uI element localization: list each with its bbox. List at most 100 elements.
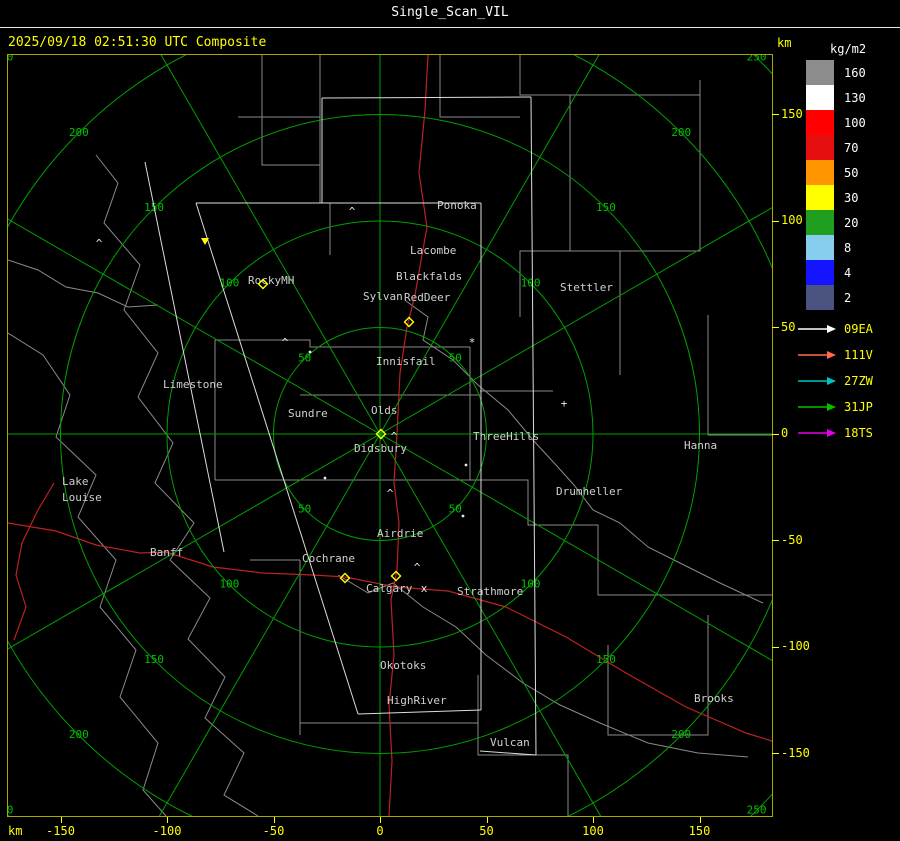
range-ring-label: 100 bbox=[219, 578, 239, 591]
color-scale-swatch bbox=[806, 285, 834, 310]
track-id-label: 27ZW bbox=[844, 374, 873, 388]
legend-unit-label: kg/m2 bbox=[830, 42, 867, 56]
x-axis-tick-label: 150 bbox=[688, 824, 711, 838]
city-label: Airdrie bbox=[377, 527, 423, 540]
county-boundary-line bbox=[707, 315, 772, 436]
track-arrow-head bbox=[827, 429, 836, 437]
track-arrow-icon bbox=[798, 325, 836, 333]
x-axis-tick-label: -150 bbox=[46, 824, 75, 838]
city-label: Okotoks bbox=[380, 659, 426, 672]
range-ring-label: 200 bbox=[671, 728, 691, 741]
city-label: Hanna bbox=[684, 439, 717, 452]
window-title: Single_Scan_VIL bbox=[0, 0, 900, 28]
color-scale-swatch bbox=[806, 160, 834, 185]
y-axis-tick-label: 150 bbox=[781, 106, 803, 121]
track-arrow-icon bbox=[798, 403, 836, 411]
color-scale-value: 20 bbox=[844, 215, 859, 230]
y-axis-tick bbox=[772, 540, 779, 541]
range-ring-label: 250 bbox=[747, 55, 767, 63]
color-scale-value: 4 bbox=[844, 265, 852, 280]
range-ring-label: 250 bbox=[8, 55, 13, 63]
x-axis-tick bbox=[486, 817, 488, 823]
track-id-label: 31JP bbox=[844, 400, 873, 414]
color-scale-value: 2 bbox=[844, 290, 852, 305]
cell-dot-marker bbox=[308, 350, 312, 354]
color-scale-value: 130 bbox=[844, 90, 866, 105]
y-axis-tick-label: 100 bbox=[781, 213, 803, 227]
range-ring-label: 50 bbox=[298, 352, 311, 365]
color-scale-value: 160 bbox=[844, 65, 866, 80]
caret-marker: ^ bbox=[282, 336, 289, 349]
city-label: Strathmore bbox=[457, 585, 523, 598]
color-scale-swatch bbox=[806, 85, 834, 110]
city-label: RockyMH bbox=[248, 274, 294, 287]
scan-boundary-line bbox=[321, 96, 532, 99]
color-scale-value: 70 bbox=[844, 140, 859, 155]
color-scale-row: 8 bbox=[806, 235, 866, 260]
cell-dot-marker bbox=[464, 463, 468, 467]
y-axis-tick-label: 0 bbox=[781, 426, 789, 440]
color-scale-value: 50 bbox=[844, 165, 859, 180]
range-ring-label: 50 bbox=[449, 352, 462, 365]
color-scale-row: 20 bbox=[806, 210, 866, 235]
star-marker: * bbox=[469, 336, 476, 349]
caret-marker: ^ bbox=[349, 205, 356, 218]
y-axis-tick bbox=[772, 753, 779, 754]
range-ring-label: 50 bbox=[449, 502, 462, 515]
track-arrow-head bbox=[827, 325, 836, 333]
city-label: Ponoka bbox=[437, 199, 477, 212]
y-axis-tick bbox=[772, 220, 779, 222]
cell-dot-marker bbox=[323, 476, 327, 480]
city-label: Sundre bbox=[288, 407, 328, 420]
x-marker: x bbox=[421, 582, 428, 595]
color-scale-swatch bbox=[806, 185, 834, 210]
x-axis-tick-label: 50 bbox=[479, 824, 494, 838]
color-scale-row: 4 bbox=[806, 260, 866, 285]
x-axis-tick-label: 0 bbox=[376, 824, 384, 838]
scan-boundary-line bbox=[530, 96, 537, 756]
color-scale-swatch bbox=[806, 235, 834, 260]
color-scale-swatch bbox=[806, 135, 834, 160]
track-arrow-head bbox=[827, 403, 836, 411]
color-scale-row: 50 bbox=[806, 160, 866, 185]
city-label: Stettler bbox=[560, 281, 613, 294]
window-title-text: Single_Scan_VIL bbox=[391, 5, 509, 20]
x-axis-tick bbox=[60, 817, 62, 823]
track-arrow-icon bbox=[798, 377, 836, 385]
county-boundary-line bbox=[607, 615, 709, 736]
scan-boundary-line bbox=[479, 750, 537, 756]
radar-map: 5050505010010010010015015015015020020020… bbox=[0, 0, 900, 841]
city-label: Innisfail bbox=[376, 355, 436, 368]
city-label: Brooks bbox=[694, 692, 734, 705]
track-arrow-head bbox=[827, 377, 836, 385]
x-axis: km -150 -100 -50 0 50 100 150 bbox=[0, 817, 900, 841]
track-id-label: 09EA bbox=[844, 322, 873, 336]
x-axis-tick bbox=[699, 817, 701, 823]
city-label: Calgary bbox=[366, 582, 413, 595]
track-id-label: 111V bbox=[844, 348, 873, 362]
caret-marker: ^ bbox=[387, 487, 394, 500]
county-boundary-line bbox=[261, 55, 320, 166]
plus-marker: + bbox=[561, 397, 568, 410]
county-boundary-line bbox=[7, 259, 159, 308]
caret-marker: ^ bbox=[414, 561, 421, 574]
vil-color-scale: 160 130 100 70 50 30 20 8 4 2 bbox=[806, 60, 866, 310]
y-axis-tick bbox=[772, 433, 779, 435]
x-axis-tick bbox=[380, 817, 381, 823]
city-label: RedDeer bbox=[404, 291, 451, 304]
city-label: HighRiver bbox=[387, 694, 447, 707]
storm-track-legend: 09EA 111V 27ZW 31JP 18TS bbox=[796, 316, 873, 446]
color-scale-row: 130 bbox=[806, 85, 866, 110]
track-id-label: 18TS bbox=[844, 426, 873, 440]
city-label: Olds bbox=[371, 404, 398, 417]
city-label: Blackfalds bbox=[396, 270, 462, 283]
y-axis-tick bbox=[772, 327, 779, 328]
x-axis-tick bbox=[167, 817, 168, 823]
x-axis-tick bbox=[273, 817, 275, 823]
color-scale-row: 100 bbox=[806, 110, 866, 135]
storm-track-row: 09EA bbox=[796, 316, 873, 342]
county-boundary-line bbox=[405, 300, 764, 604]
caret-marker: ^ bbox=[96, 237, 103, 250]
track-arrow-icon bbox=[798, 351, 836, 359]
range-ring-label: 100 bbox=[521, 578, 541, 591]
